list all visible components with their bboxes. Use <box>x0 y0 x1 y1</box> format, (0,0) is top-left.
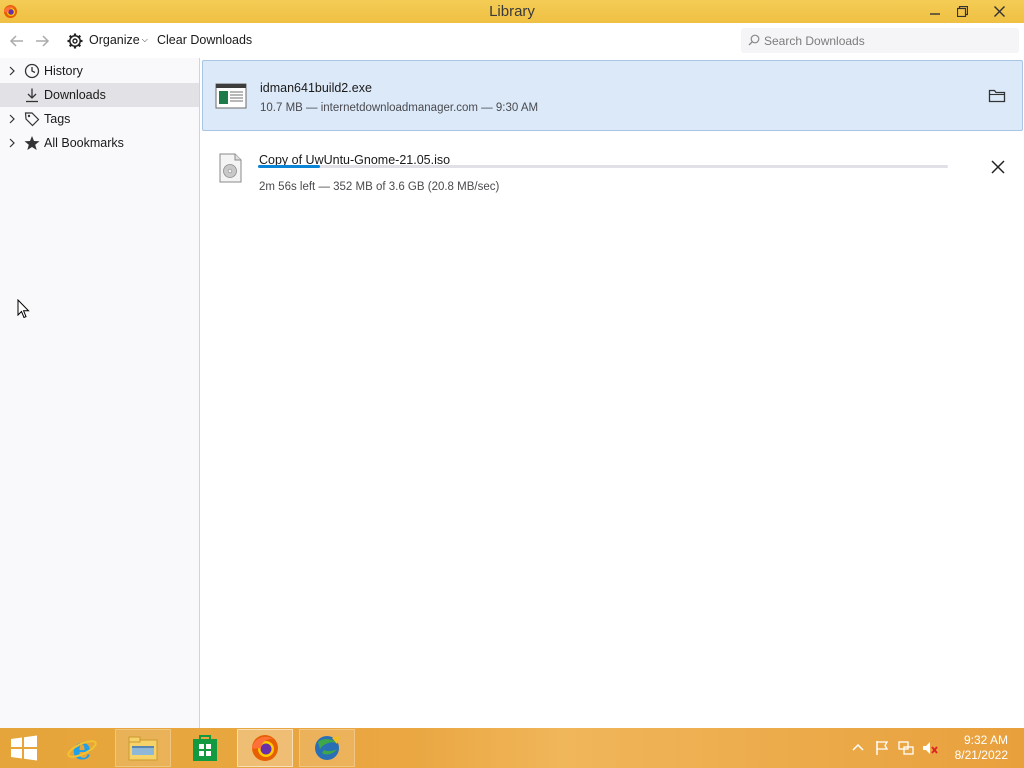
arrow-right-icon <box>36 35 50 47</box>
taskbar-store[interactable] <box>177 729 233 767</box>
taskbar-firefox[interactable] <box>237 729 293 767</box>
show-hidden-icons-button[interactable] <box>850 740 866 756</box>
store-icon <box>193 735 217 761</box>
sidebar-item-label: Tags <box>44 112 71 126</box>
sidebar-item-label: History <box>44 64 83 78</box>
organize-button[interactable]: Organize ⌵ <box>89 33 148 47</box>
clock-date: 8/21/2022 <box>954 748 1008 762</box>
arrow-left-icon <box>9 35 23 47</box>
cancel-icon <box>991 160 1005 174</box>
restore-icon <box>956 5 968 17</box>
sidebar-item-tags[interactable]: Tags <box>0 107 199 131</box>
download-item[interactable]: Copy of UwUntu-Gnome-21.05.iso 2m 56s le… <box>202 133 1023 204</box>
taskbar-internet-download-manager[interactable] <box>299 729 355 767</box>
tag-icon <box>24 112 40 127</box>
internet-explorer-icon: e <box>67 732 97 764</box>
chevron-down-icon: ⌵ <box>141 35 148 44</box>
open-folder-button[interactable] <box>986 85 1008 107</box>
sidebar-item-label: Downloads <box>44 88 106 102</box>
file-explorer-icon <box>128 736 158 761</box>
download-progress-bar <box>258 165 948 168</box>
firefox-icon <box>252 735 278 761</box>
sidebar-item-history[interactable]: History <box>0 59 199 83</box>
mouse-cursor-icon <box>17 299 30 319</box>
sidebar-item-all-bookmarks[interactable]: All Bookmarks <box>0 131 199 155</box>
sidebar-item-downloads[interactable]: Downloads <box>0 83 199 107</box>
disc-image-file-icon <box>219 153 242 183</box>
chevron-right-icon[interactable] <box>8 66 16 76</box>
chevron-right-icon[interactable] <box>8 138 16 148</box>
toolbar: Organize ⌵ Clear Downloads <box>0 23 1024 58</box>
close-button[interactable] <box>976 0 1022 22</box>
downloads-list: idman641build2.exe 10.7 MB — internetdow… <box>201 58 1024 728</box>
clock-icon <box>24 63 40 79</box>
download-status: 10.7 MB — internetdownloadmanager.com — … <box>260 102 539 114</box>
search-box[interactable] <box>741 28 1019 53</box>
cancel-download-button[interactable] <box>987 156 1009 178</box>
download-progress-fill <box>258 165 321 168</box>
close-icon <box>993 5 1005 17</box>
taskbar: e 9:32 AM 8/21/2022 <box>0 728 1024 768</box>
library-window: Library Organize ⌵ Clear Downloads Searc… <box>0 0 1024 728</box>
gear-icon[interactable] <box>66 32 84 50</box>
title-bar[interactable]: Library <box>0 0 1024 23</box>
open-folder-icon <box>988 89 1006 103</box>
download-status: 2m 56s left — 352 MB of 3.6 GB (20.8 MB/… <box>259 181 500 193</box>
restore-button[interactable] <box>947 0 977 22</box>
clock[interactable]: 9:32 AM 8/21/2022 <box>928 733 1008 763</box>
back-button[interactable] <box>8 32 26 50</box>
download-item[interactable]: idman641build2.exe 10.7 MB — internetdow… <box>202 60 1023 131</box>
chevron-right-icon[interactable] <box>8 114 16 124</box>
forward-button[interactable] <box>33 32 51 50</box>
window-title: Library <box>489 3 535 20</box>
minimize-button[interactable] <box>920 0 950 22</box>
clear-downloads-button[interactable]: Clear Downloads <box>157 33 252 47</box>
windows-logo-icon <box>11 735 37 761</box>
sidebar: History Downloads Tags All Bookmarks <box>0 58 200 728</box>
minimize-icon <box>930 13 940 15</box>
search-icon <box>748 34 760 46</box>
star-icon <box>24 136 40 150</box>
internet-download-manager-icon <box>315 736 340 760</box>
download-icon <box>26 88 38 103</box>
search-input[interactable] <box>764 32 1014 49</box>
start-button[interactable] <box>8 734 40 762</box>
sidebar-item-label: All Bookmarks <box>44 136 124 150</box>
exe-file-icon <box>215 83 247 109</box>
organize-label: Organize <box>89 33 140 47</box>
download-name: idman641build2.exe <box>260 81 372 95</box>
taskbar-file-explorer[interactable] <box>115 729 171 767</box>
taskbar-internet-explorer[interactable]: e <box>54 729 110 767</box>
flag-icon[interactable] <box>874 740 890 756</box>
clock-time: 9:32 AM <box>963 733 1008 747</box>
network-icon[interactable] <box>898 740 914 756</box>
